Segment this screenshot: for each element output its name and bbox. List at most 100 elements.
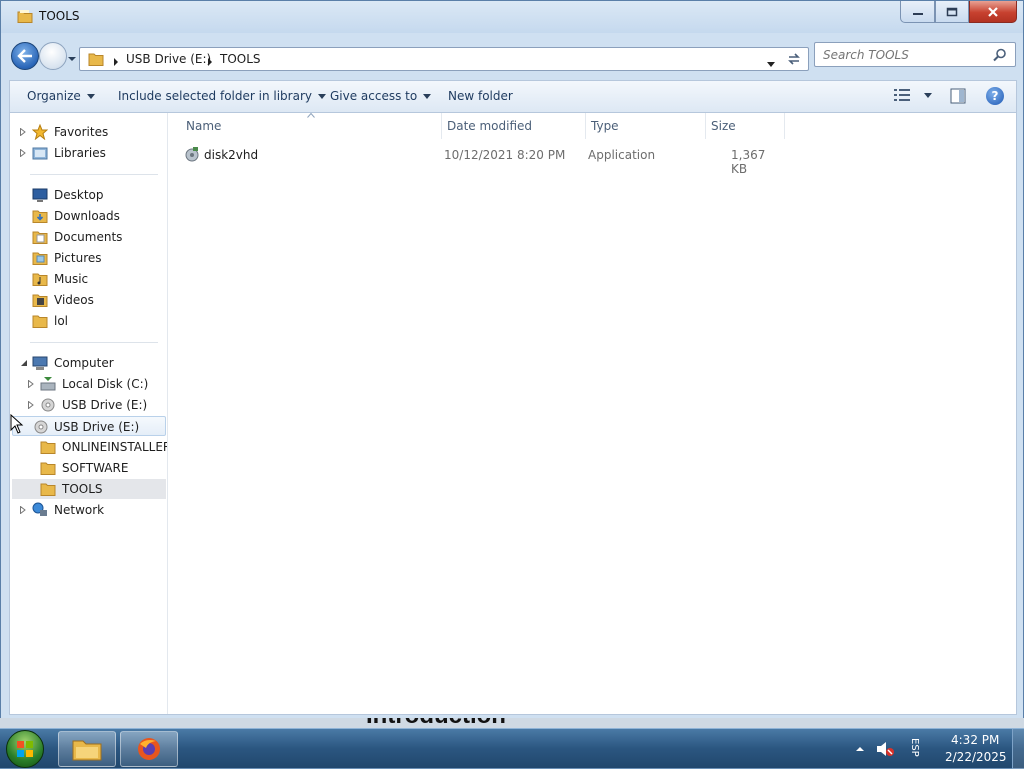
nav-label: lol [54,314,69,328]
nav-item-documents[interactable]: Documents [12,227,166,247]
caption-text: Introduction [366,718,506,728]
details-view-icon [894,89,910,101]
nav-item-libraries[interactable]: Libraries [12,143,166,163]
forward-button[interactable] [39,42,67,70]
navigation-bar: USB Drive (E:) TOOLS [1,39,1023,75]
organize-menu[interactable]: Organize [27,89,95,103]
minimize-button[interactable] [900,1,935,23]
nav-label: Pictures [54,251,102,265]
caret-down-icon[interactable] [924,92,932,98]
taskbar-firefox[interactable] [120,731,178,767]
show-desktop-button[interactable] [1012,729,1024,769]
column-divider[interactable] [585,113,586,139]
collapse-arrow-icon [21,360,27,366]
nav-item-software[interactable]: SOFTWARE [12,458,166,478]
application-icon [185,147,199,162]
explorer-window: TOOLS USB Drive (E:) TOOLS Search TOOLS … [0,0,1024,720]
nav-item-music[interactable]: Music [12,269,166,289]
column-header-type[interactable]: Type [591,119,619,133]
firefox-icon [138,738,160,760]
taskbar-explorer[interactable] [58,731,116,767]
caption-overlay: Introduction [0,718,1024,728]
maximize-button[interactable] [935,1,969,23]
file-size: 1,367 KB [731,148,766,176]
back-button[interactable] [11,42,39,70]
downloads-folder-icon [32,210,48,223]
nav-item-pictures[interactable]: Pictures [12,248,166,268]
file-name[interactable]: disk2vhd [204,148,258,162]
show-hidden-icons-icon[interactable] [856,746,864,752]
caret-down-icon [317,93,326,99]
nav-item-lol[interactable]: lol [12,311,166,331]
refresh-icon [788,53,800,65]
column-header-name[interactable]: Name [186,119,221,133]
network-icon [32,502,47,516]
usb-drive-icon [41,398,55,412]
column-divider[interactable] [441,113,442,139]
preview-pane-button[interactable] [950,88,966,107]
volume-muted-icon[interactable] [876,741,894,757]
nav-item-videos[interactable]: Videos [12,290,166,310]
nav-separator [30,342,158,343]
expand-arrow-icon [20,128,26,136]
nav-label: Downloads [54,209,120,223]
search-icon[interactable] [993,48,1007,65]
navigation-pane[interactable]: Favorites Libraries Desktop Downloads Do… [10,113,168,714]
change-view-button[interactable] [894,89,932,101]
folder-icon [40,462,56,475]
recent-pages-dropdown[interactable] [67,51,77,65]
column-divider[interactable] [705,113,706,139]
nav-item-local-disk[interactable]: Local Disk (C:) [12,374,166,394]
documents-icon [32,231,48,244]
clock-time[interactable]: 4:32 PM [951,733,999,747]
breadcrumb-usb-drive[interactable]: USB Drive (E:) [126,52,211,66]
column-header-date[interactable]: Date modified [447,119,532,133]
nav-label: USB Drive (E:) [62,398,148,412]
computer-icon [32,356,48,370]
refresh-button[interactable] [786,52,802,69]
nav-item-downloads[interactable]: Downloads [12,206,166,226]
nav-label: Desktop [54,188,104,202]
nav-item-onlineinstallers[interactable]: ONLINEINSTALLERS [12,437,167,457]
address-dropdown[interactable] [766,57,776,71]
nav-label: Favorites [54,125,109,139]
search-box[interactable] [814,42,1016,67]
start-button[interactable] [6,730,44,768]
file-list[interactable]: Name Date modified Type Size disk2vhd 10… [168,113,1016,714]
column-header-size[interactable]: Size [711,119,736,133]
chevron-down-icon [767,62,775,67]
file-row[interactable]: disk2vhd 10/12/2021 8:20 PM Application … [180,143,780,176]
give-access-menu[interactable]: Give access to [330,89,432,103]
close-icon [988,6,998,17]
star-icon [32,124,48,140]
close-button[interactable] [969,1,1017,23]
address-bar[interactable]: USB Drive (E:) TOOLS [79,47,809,71]
file-type: Application [588,148,656,162]
breadcrumb-tools[interactable]: TOOLS [220,52,261,66]
expand-arrow-icon [28,380,34,388]
title-bar[interactable]: TOOLS [1,1,1023,33]
clock-date[interactable]: 2/22/2025 [945,750,1007,764]
language-indicator[interactable]: ESP [909,738,920,757]
music-icon [32,273,48,286]
videos-icon [32,294,48,307]
nav-item-computer[interactable]: Computer [12,353,166,373]
expand-arrow-icon [20,506,26,514]
restore-icon [946,7,958,16]
help-button[interactable]: ? [986,87,1004,105]
nav-item-desktop[interactable]: Desktop [12,185,166,205]
new-folder-button[interactable]: New folder [448,89,513,103]
nav-label: Videos [54,293,94,307]
nav-item-network[interactable]: Network [12,500,166,520]
nav-item-usb-drive-sub[interactable]: USB Drive (E:) [12,395,166,415]
breadcrumb-arrow-icon[interactable] [113,55,119,69]
breadcrumb-arrow-icon[interactable] [207,55,213,69]
nav-item-usb-drive[interactable]: USB Drive (E:) [12,416,166,436]
file-date: 10/12/2021 8:20 PM [444,148,566,162]
taskbar: ESP 4:32 PM 2/22/2025 [0,728,1024,769]
column-divider[interactable] [784,113,785,139]
search-input[interactable] [815,43,985,66]
include-in-library-menu[interactable]: Include selected folder in library [118,89,326,103]
nav-item-favorites[interactable]: Favorites [12,122,166,142]
nav-item-tools[interactable]: TOOLS [12,479,166,499]
